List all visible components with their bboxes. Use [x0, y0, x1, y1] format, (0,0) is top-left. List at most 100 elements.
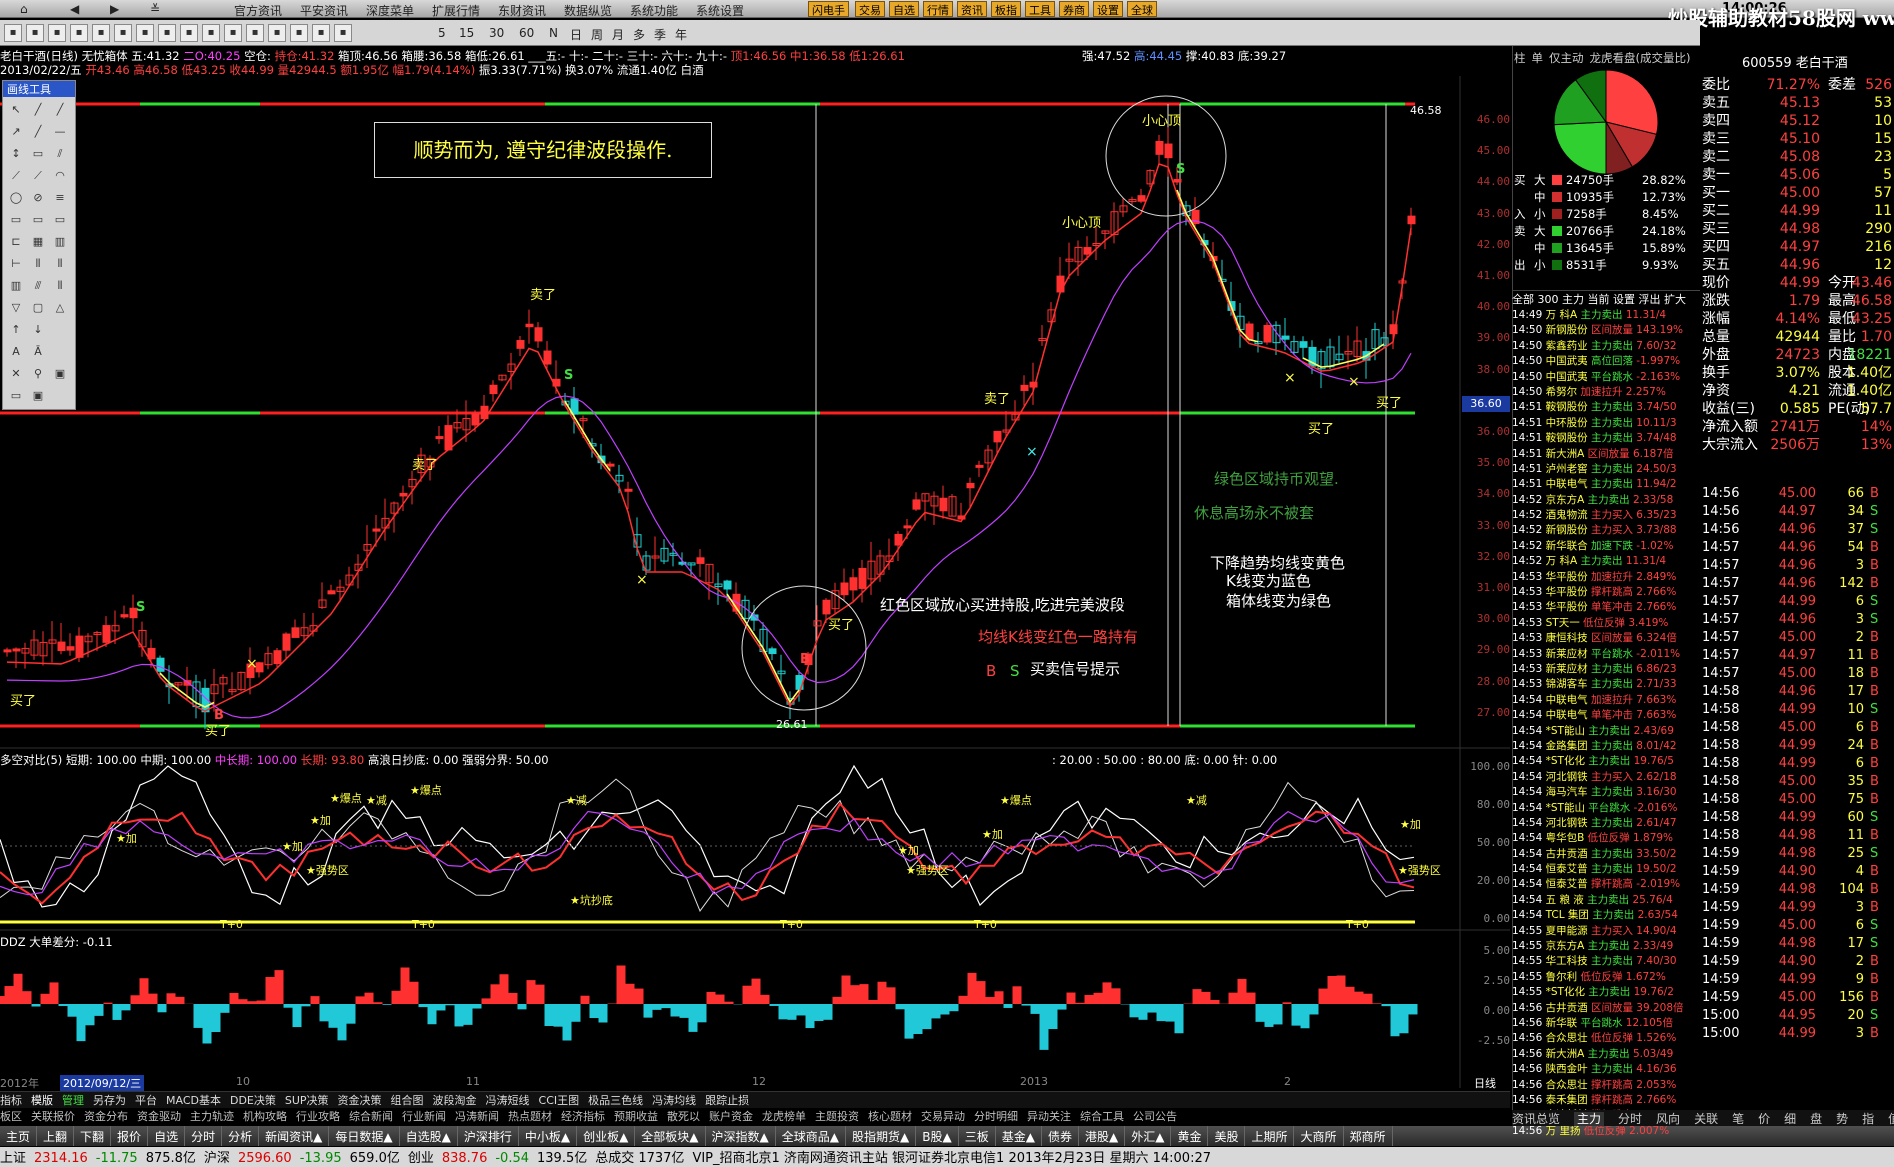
draw-tool-icon[interactable]: A: [7, 343, 25, 361]
function-tab[interactable]: 散死以: [667, 1110, 700, 1123]
radar-row[interactable]: 14:51 新大洲A 区间放量 6.187倍: [1512, 447, 1700, 462]
bottom-menu-item[interactable]: 债券: [1042, 1126, 1079, 1146]
function-tab[interactable]: 关联报价: [31, 1110, 75, 1123]
function-tab[interactable]: 龙虎榜单: [762, 1110, 806, 1123]
indicator-tab[interactable]: 冯涛短线: [486, 1094, 530, 1107]
period-button[interactable]: 年: [675, 26, 687, 43]
radar-row[interactable]: 14:54 河北钢铁 主力卖出 2.61/47: [1512, 816, 1700, 831]
radar-row[interactable]: 14:53 康恒科技 区间放量 6.324倍: [1512, 631, 1700, 646]
bottom-menu-item[interactable]: 全部板块▲: [635, 1126, 706, 1146]
draw-tool-icon[interactable]: △: [51, 299, 69, 317]
indicator-tab[interactable]: 管理: [62, 1094, 84, 1107]
radar-row[interactable]: 14:55 京东方A 主力卖出 2.33/49: [1512, 939, 1700, 954]
radar-row[interactable]: 14:52 京东方A 主力卖出 2.33/58: [1512, 493, 1700, 508]
radar-row[interactable]: 14:53 新莱应材 主力卖出 6.86/23: [1512, 662, 1700, 677]
camera-icon[interactable]: ▪: [312, 24, 330, 42]
radar-row[interactable]: 14:51 中联电气 主力卖出 11.94/2: [1512, 477, 1700, 492]
radar-row[interactable]: 14:50 紫鑫药业 主力卖出 7.60/32: [1512, 339, 1700, 354]
radar-row[interactable]: 14:54 *ST能山 平台跳水 -2.016%: [1512, 801, 1700, 816]
right-panel-tab[interactable]: 分时: [1618, 1112, 1642, 1126]
radar-row[interactable]: 14:54 恒泰艾普 撑杆跳高 -2.019%: [1512, 877, 1700, 892]
draw-tool-icon[interactable]: ↖: [7, 101, 25, 119]
indicator-tab[interactable]: CCI王图: [539, 1094, 580, 1107]
radar-row[interactable]: 14:56 万 里扬 低位反弹 2.007%: [1512, 1124, 1700, 1139]
function-tab[interactable]: 分时明细: [974, 1110, 1018, 1123]
radar-row[interactable]: 14:56 古井贡酒 区间放量 39.208倍: [1512, 1001, 1700, 1016]
radar-row[interactable]: 14:50 希努尔 加速拉升 2.257%: [1512, 385, 1700, 400]
right-panel-tab[interactable]: 势: [1836, 1112, 1848, 1126]
right-panel-tab[interactable]: 细: [1784, 1112, 1796, 1126]
period-button[interactable]: 周: [591, 26, 603, 43]
toolbar-button[interactable]: 设置: [1093, 1, 1123, 17]
function-tab[interactable]: 资金分布: [84, 1110, 128, 1123]
radar-row[interactable]: 14:54 海马汽车 主力卖出 3.16/30: [1512, 785, 1700, 800]
draw-tool-icon[interactable]: ⟋: [7, 167, 25, 185]
draw-tool-icon[interactable]: ▽: [7, 299, 25, 317]
draw-tool-icon[interactable]: ▥: [7, 277, 25, 295]
fundamental-icon[interactable]: ▪: [114, 24, 132, 42]
bottom-menu-item[interactable]: 主页: [0, 1126, 38, 1146]
draw-tool-icon[interactable]: ⫽: [51, 145, 69, 163]
menu-item[interactable]: 系统功能: [630, 2, 678, 19]
radar-row[interactable]: 14:56 陕西金叶 主力卖出 4.16/36: [1512, 1062, 1700, 1077]
toolbar-button[interactable]: 交易: [855, 1, 885, 17]
bottom-menu-item[interactable]: 自选股▲: [400, 1126, 458, 1146]
draw-tool-icon[interactable]: ▣: [51, 365, 69, 383]
draw-tool-icon[interactable]: ✕: [7, 365, 25, 383]
flow-tab[interactable]: 仅主动: [1549, 51, 1584, 65]
fund-icon[interactable]: ▪: [70, 24, 88, 42]
radar-row[interactable]: 14:53 锦湖客车 主力卖出 2.71/33: [1512, 677, 1700, 692]
bottom-menu-item[interactable]: 沪深排行: [458, 1126, 519, 1146]
bottom-menu-item[interactable]: 创业板▲: [577, 1126, 636, 1146]
bottom-menu-item[interactable]: 大商所: [1294, 1126, 1344, 1146]
draw-tool-icon[interactable]: ⟋: [29, 167, 47, 185]
menu-item[interactable]: 数据纵览: [564, 2, 612, 19]
menu-toggle-icon[interactable]: ≚: [150, 2, 160, 16]
grid-icon[interactable]: ▪: [4, 24, 22, 42]
radar-row[interactable]: 14:49 万 科A 主力卖出 11.31/4: [1512, 308, 1700, 323]
bottom-menu-item[interactable]: 报价: [111, 1126, 149, 1146]
period-button[interactable]: 5: [438, 26, 446, 40]
toolbar-button[interactable]: 自选: [889, 1, 919, 17]
bottom-menu-item[interactable]: 中小板▲: [519, 1126, 578, 1146]
draw-tool-icon[interactable]: ▭: [51, 211, 69, 229]
menu-item[interactable]: 扩展行情: [432, 2, 480, 19]
dollar-icon[interactable]: ▪: [224, 24, 242, 42]
draw-tool-icon[interactable]: ╱: [29, 101, 47, 119]
function-tab[interactable]: 资金驱动: [137, 1110, 181, 1123]
period-button[interactable]: 月: [612, 26, 624, 43]
radar-row[interactable]: 14:55 华工科技 主力卖出 7.40/30: [1512, 954, 1700, 969]
cursor-icon[interactable]: ▪: [268, 24, 286, 42]
toolbar-button[interactable]: 板指: [991, 1, 1021, 17]
radar-row[interactable]: 14:51 鞍钢股份 主力卖出 3.74/50: [1512, 400, 1700, 415]
radar-row[interactable]: 14:53 新莱应材 平台跳水 -2.011%: [1512, 647, 1700, 662]
draw-tool-icon[interactable]: ▭: [29, 145, 47, 163]
draw-tool-icon[interactable]: ↕: [7, 145, 25, 163]
indicator-tab[interactable]: 另存为: [93, 1094, 126, 1107]
bottom-menu-item[interactable]: 三板: [959, 1126, 996, 1146]
function-tab[interactable]: 综合新闻: [349, 1110, 393, 1123]
radar-row[interactable]: 14:56 泰禾集团 撑杆跳高 2.766%: [1512, 1093, 1700, 1108]
right-panel-tab[interactable]: 价: [1758, 1112, 1770, 1126]
table-icon[interactable]: ▪: [180, 24, 198, 42]
radar-row[interactable]: 14:54 *ST能山 主力卖出 2.43/69: [1512, 724, 1700, 739]
flow-tab[interactable]: 龙虎看盘(成交量比): [1590, 51, 1691, 65]
draw-tool-icon[interactable]: Ā: [29, 343, 47, 361]
radar-row[interactable]: 14:55 夏甲能源 主力买入 14.90/4: [1512, 924, 1700, 939]
line-chart-icon[interactable]: ▪: [26, 24, 44, 42]
bottom-menu-item[interactable]: 郑商所: [1344, 1126, 1393, 1146]
function-tab[interactable]: 核心题材: [868, 1110, 912, 1123]
radar-row[interactable]: 14:56 合众思壮 撑杆跳高 2.053%: [1512, 1078, 1700, 1093]
function-tab[interactable]: 板区: [0, 1110, 22, 1123]
function-tab[interactable]: 账户资金: [709, 1110, 753, 1123]
chart-icon[interactable]: ▪: [334, 24, 352, 42]
radar-row[interactable]: 14:51 鞍钢股份 主力卖出 3.74/48: [1512, 431, 1700, 446]
bottom-menu-item[interactable]: 沪深指数▲: [706, 1126, 776, 1146]
notes-icon[interactable]: ▪: [92, 24, 110, 42]
radar-row[interactable]: 14:56 新大洲A 主力卖出 5.03/49: [1512, 1047, 1700, 1062]
radar-row[interactable]: 14:54 金路集团 主力卖出 8.01/42: [1512, 739, 1700, 754]
bar-chart-icon[interactable]: ▪: [48, 24, 66, 42]
function-tab[interactable]: 行业新闻: [402, 1110, 446, 1123]
toolbar-button[interactable]: 资讯: [957, 1, 987, 17]
radar-row[interactable]: 14:51 中环股份 主力卖出 10.11/3: [1512, 416, 1700, 431]
